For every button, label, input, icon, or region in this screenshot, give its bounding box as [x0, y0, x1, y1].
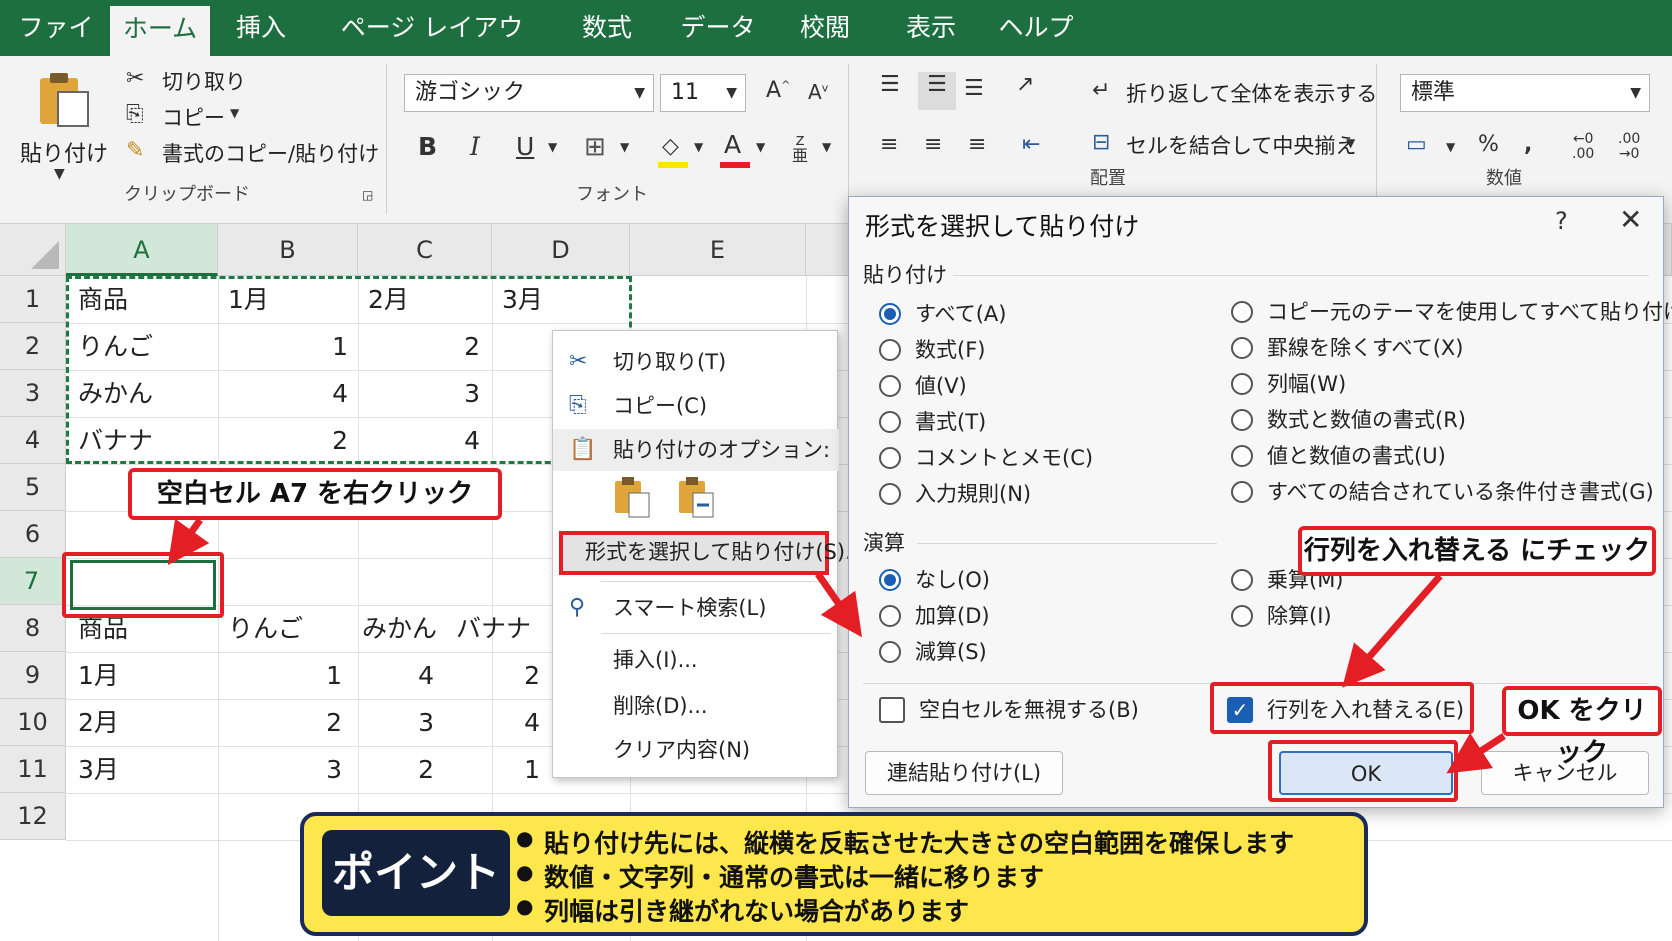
annotation-arrows — [167, 517, 1506, 774]
arrow-to-dialog — [815, 572, 862, 638]
point-badge: ポイント — [322, 830, 510, 916]
point-item: 列幅は引き継がれない場合があります — [516, 892, 969, 928]
arrow-to-ok — [1446, 732, 1506, 774]
point-box: ポイント 貼り付け先には、縦横を反転させた大きさの空白範囲を確保します 数値・文… — [300, 812, 1368, 936]
arrow-to-transpose — [1342, 573, 1443, 688]
arrow-to-a7 — [167, 517, 210, 566]
point-item: 数値・文字列・通常の書式は一緒に移ります — [516, 858, 1044, 894]
excel-window: ファイル ホーム 挿入 ページ レイアウト 数式 データ 校閲 表示 ヘルプ 貼… — [0, 0, 1672, 941]
point-item: 貼り付け先には、縦横を反転させた大きさの空白範囲を確保します — [516, 824, 1294, 860]
